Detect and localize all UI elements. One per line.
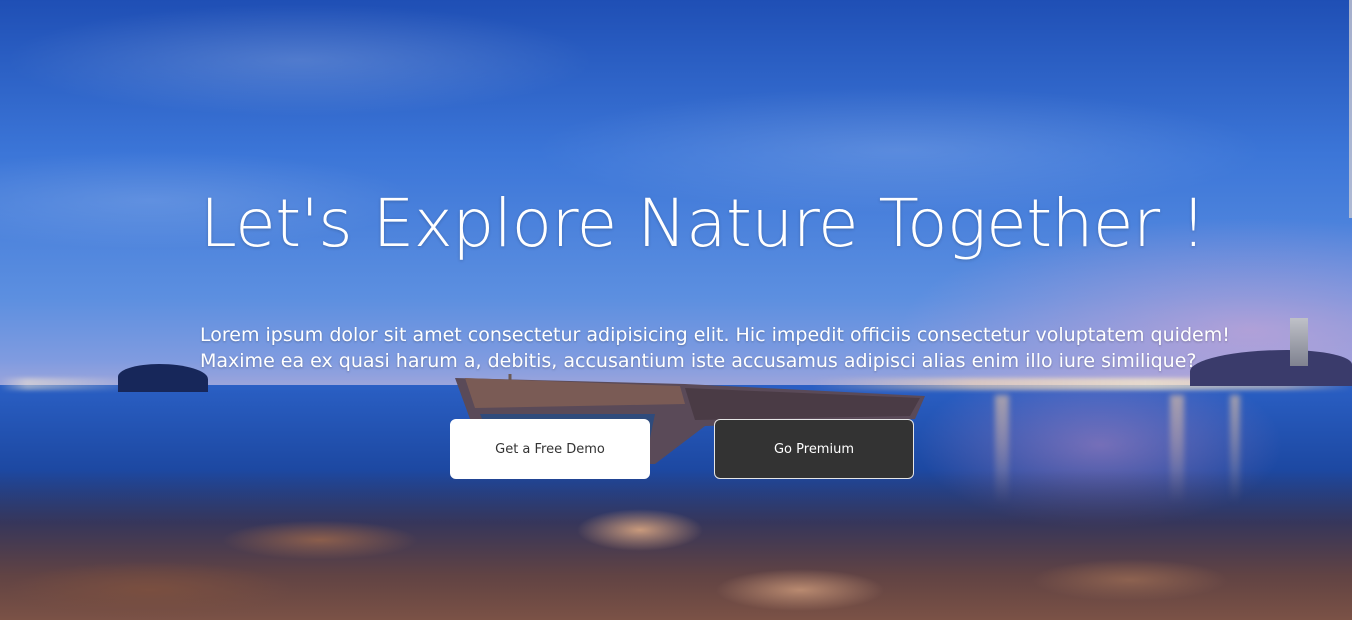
go-premium-button[interactable]: Go Premium	[714, 419, 914, 479]
hero-content: Let's Explore Nature Together ! Lorem ip…	[200, 0, 1240, 620]
island	[118, 364, 208, 392]
hero-description: Lorem ipsum dolor sit amet consectetur a…	[200, 324, 1230, 372]
free-demo-button[interactable]: Get a Free Demo	[450, 419, 650, 479]
hero-title: Let's Explore Nature Together !	[200, 185, 1207, 262]
tower	[1290, 318, 1308, 366]
hero-section: Let's Explore Nature Together ! Lorem ip…	[0, 0, 1352, 620]
